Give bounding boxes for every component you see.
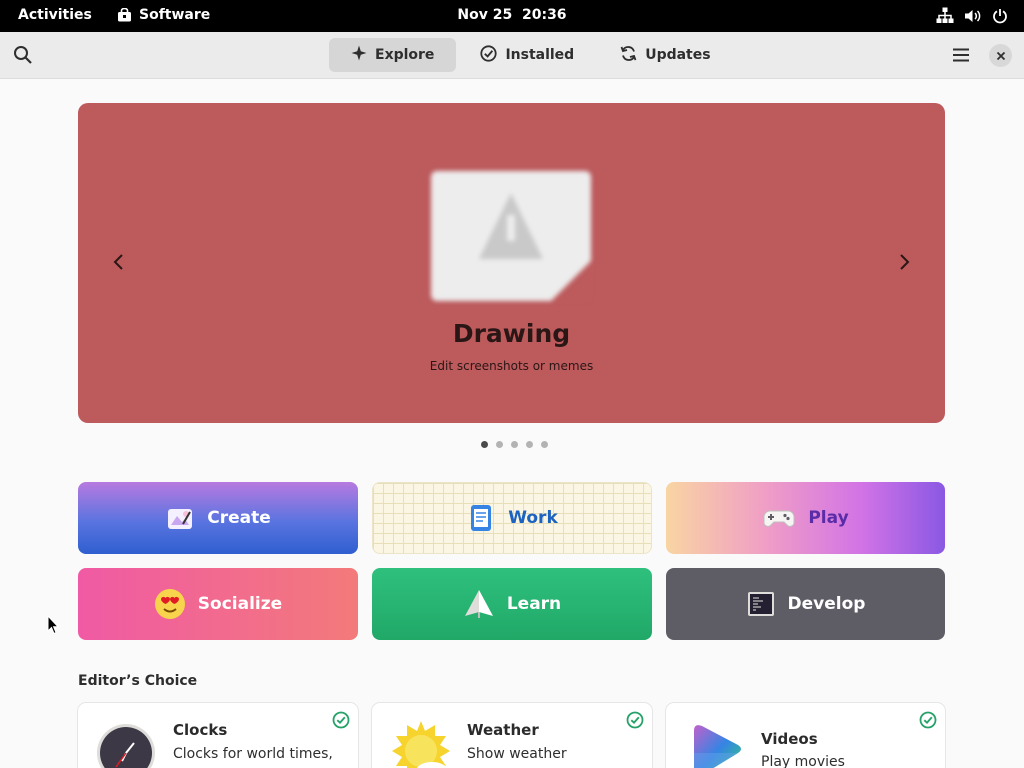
category-label: Work: [508, 508, 558, 528]
terminal-icon: [747, 592, 774, 616]
app-menu[interactable]: Software: [117, 7, 210, 23]
network-icon: [936, 7, 954, 24]
editors-choice-heading: Editor’s Choice: [78, 673, 198, 689]
installed-check-icon: [626, 711, 644, 729]
system-menu[interactable]: [936, 7, 1008, 24]
tab-installed[interactable]: Installed: [458, 38, 596, 72]
search-icon[interactable]: [12, 44, 34, 66]
gamepad-icon: [763, 510, 795, 527]
category-create-button[interactable]: Create: [78, 482, 358, 554]
app-description: Show weather: [467, 746, 567, 762]
app-name: Videos: [761, 730, 818, 748]
category-socialize-button[interactable]: Socialize: [78, 568, 358, 640]
view-switcher: Explore Installed Updates: [329, 38, 733, 72]
explore-icon: [351, 45, 367, 65]
app-tile-weather[interactable]: Weather Show weather: [372, 703, 652, 768]
carousel-indicator: [481, 441, 548, 448]
installed-check-icon: [332, 711, 350, 729]
power-icon: [992, 8, 1008, 24]
app-description: Play movies: [761, 754, 845, 768]
app-name: Weather: [467, 721, 539, 739]
tab-label: Installed: [505, 47, 575, 63]
header-bar: Explore Installed Updates: [0, 32, 1024, 79]
carousel-dot[interactable]: [541, 441, 548, 448]
tab-label: Explore: [375, 47, 435, 63]
category-play-button[interactable]: Play: [666, 482, 945, 554]
installed-check-icon: [919, 711, 937, 729]
category-label: Create: [207, 508, 271, 528]
software-bag-icon: [117, 8, 132, 22]
tab-updates[interactable]: Updates: [598, 38, 732, 72]
activities-button[interactable]: Activities: [18, 7, 92, 23]
app-description: Clocks for world times,: [173, 746, 333, 762]
category-learn-button[interactable]: Learn: [372, 568, 652, 640]
category-label: Learn: [506, 594, 562, 614]
work-icon: [471, 505, 492, 531]
carousel-dot[interactable]: [511, 441, 518, 448]
drawing-app-icon: [431, 171, 591, 301]
app-menu-label: Software: [139, 7, 211, 23]
chevron-left-icon[interactable]: [108, 251, 130, 273]
volume-icon: [964, 8, 982, 24]
weather-icon: [392, 721, 450, 768]
top-bar: Activities Software Nov 25 20:36: [0, 0, 1024, 32]
featured-carousel[interactable]: Drawing Edit screenshots or memes: [78, 103, 945, 423]
videos-icon: [694, 725, 741, 768]
category-grid: Create Work Play Socialize Learn Develop: [78, 482, 945, 640]
create-icon: [168, 509, 193, 529]
updates-icon: [620, 45, 637, 66]
category-label: Socialize: [197, 594, 283, 614]
category-label: Develop: [787, 594, 866, 614]
tab-explore[interactable]: Explore: [329, 38, 457, 72]
chevron-right-icon[interactable]: [893, 251, 915, 273]
installed-icon: [480, 44, 498, 66]
category-label: Play: [808, 508, 849, 528]
app-tile-videos[interactable]: Videos Play movies: [666, 703, 945, 768]
tab-label: Updates: [645, 47, 711, 63]
clock-button[interactable]: Nov 25 20:36: [457, 7, 566, 23]
emoji-icon: [154, 589, 185, 619]
explore-page: Drawing Edit screenshots or memes Create…: [0, 79, 1024, 768]
app-name: Clocks: [173, 721, 228, 739]
clock-icon: [97, 724, 155, 768]
carousel-dot[interactable]: [481, 441, 488, 448]
featured-app-subtitle: Edit screenshots or memes: [429, 359, 594, 373]
mouse-pointer-icon: [47, 615, 59, 635]
carousel-dot[interactable]: [496, 441, 503, 448]
close-icon: [996, 51, 1005, 60]
category-work-button[interactable]: Work: [372, 482, 652, 554]
close-button[interactable]: [989, 44, 1012, 67]
editors-choice-list: Clocks Clocks for world times, Weather S…: [78, 703, 945, 768]
hamburger-menu-icon[interactable]: [950, 45, 972, 65]
featured-app-title: Drawing: [452, 319, 571, 348]
app-tile-clocks[interactable]: Clocks Clocks for world times,: [78, 703, 358, 768]
category-develop-button[interactable]: Develop: [666, 568, 945, 640]
learn-icon: [464, 590, 493, 618]
carousel-dot[interactable]: [526, 441, 533, 448]
